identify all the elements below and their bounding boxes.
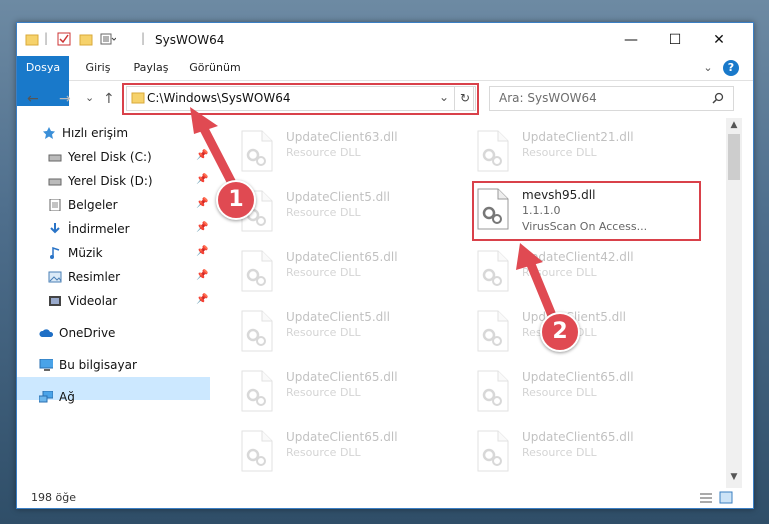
step-1-callout: 1: [216, 180, 256, 220]
step-2-callout: 2: [540, 312, 580, 352]
annotation-arrows: [190, 107, 558, 323]
